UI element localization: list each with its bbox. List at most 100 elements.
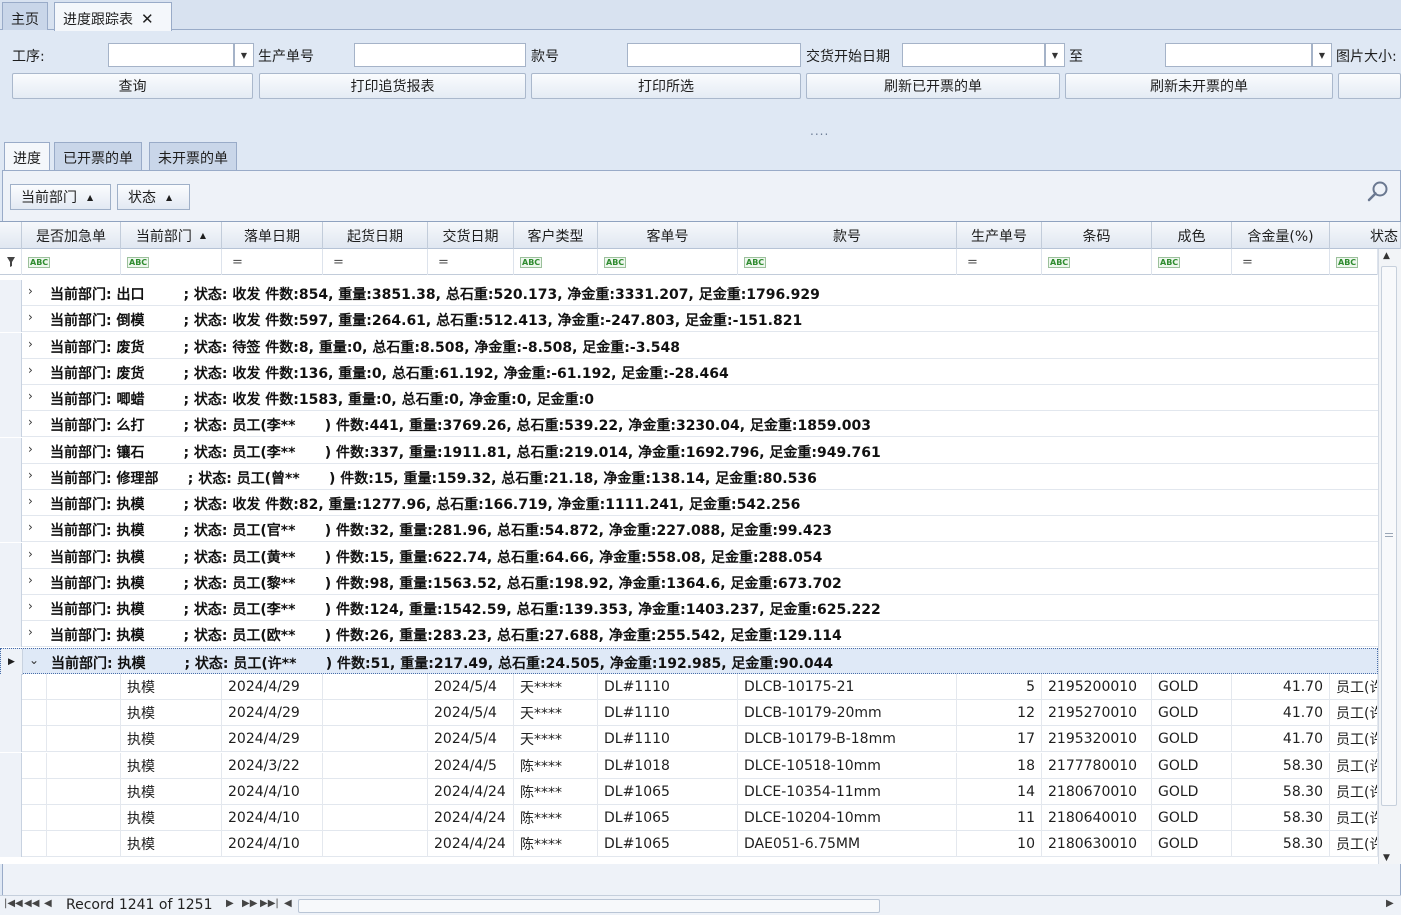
cell-department[interactable]: 执模: [121, 805, 222, 831]
row-indicator[interactable]: [0, 778, 22, 805]
style-no-input[interactable]: [627, 43, 801, 67]
cell-order-date[interactable]: 2024/4/10: [222, 805, 323, 831]
cell-status[interactable]: 员工(许: [1330, 673, 1378, 700]
cell-ship-date[interactable]: [323, 726, 428, 753]
cell-purity[interactable]: GOLD: [1152, 700, 1232, 726]
cell-department[interactable]: 执模: [121, 673, 222, 700]
col-header-customer-type[interactable]: 客户类型: [514, 222, 598, 249]
col-header-order-date[interactable]: 落单日期: [222, 222, 323, 249]
cell-delivery-date[interactable]: 2024/4/24: [428, 831, 514, 858]
cell-department[interactable]: 执模: [121, 700, 222, 726]
cell-delivery-date[interactable]: 2024/5/4: [428, 726, 514, 753]
chevron-right-icon[interactable]: ›: [28, 468, 33, 482]
next-record-icon[interactable]: ▶: [226, 898, 234, 909]
col-header-gold-pct[interactable]: 含金量(%): [1232, 222, 1330, 249]
cell-style[interactable]: DLCB-10179-20mm: [738, 700, 957, 726]
chevron-right-icon[interactable]: ›: [28, 389, 33, 403]
cell-ship-date[interactable]: [323, 700, 428, 726]
chevron-right-icon[interactable]: ›: [28, 625, 33, 639]
cell-barcode[interactable]: 2180640010: [1042, 805, 1152, 831]
refresh-invoiced-button[interactable]: 刷新已开票的单: [806, 73, 1060, 99]
filter-cell-status[interactable]: ABC: [1330, 249, 1378, 275]
filter-cell-gold-pct[interactable]: =: [1232, 249, 1330, 275]
filter-cell-delivery-date[interactable]: =: [428, 249, 514, 275]
cell-barcode[interactable]: 2177780010: [1042, 752, 1152, 779]
last-record-icon[interactable]: ▶▶|: [260, 898, 279, 909]
print-selected-button[interactable]: 打印所选: [531, 73, 801, 99]
chevron-right-icon[interactable]: ›: [28, 547, 33, 561]
refresh-uninvoiced-button[interactable]: 刷新未开票的单: [1065, 73, 1333, 99]
prev-record-icon[interactable]: ◀: [44, 898, 52, 909]
table-row[interactable]: 执模 2024/4/29 2024/5/4 天**** DL#1110 DLCB-1017…: [0, 673, 1378, 700]
cell-order-date[interactable]: 2024/3/22: [222, 752, 323, 779]
cell-gold-pct[interactable]: 58.30: [1232, 805, 1330, 831]
row-indicator[interactable]: [0, 306, 22, 333]
cell-purity[interactable]: GOLD: [1152, 752, 1232, 779]
group-row[interactable]: › 当前部门: 执模 ; 状态: 员工(官** ) 件数:32, 重量:281.9…: [0, 516, 1378, 543]
col-header-ship-date[interactable]: 起货日期: [323, 222, 428, 249]
cell-ship-date[interactable]: [323, 778, 428, 805]
chevron-right-icon[interactable]: ›: [28, 442, 33, 456]
tab-progress-tracking[interactable]: 进度跟踪表 ✕: [54, 2, 172, 31]
col-header-purity[interactable]: 成色: [1152, 222, 1232, 249]
table-row[interactable]: 执模 2024/4/29 2024/5/4 天**** DL#1110 DLCB-1017…: [0, 700, 1378, 726]
row-indicator[interactable]: [0, 700, 22, 726]
table-row[interactable]: 执模 2024/3/22 2024/4/5 陈**** DL#1018 DLCE-1051…: [0, 752, 1378, 779]
cell-customer-type[interactable]: 陈****: [514, 752, 598, 779]
print-report-button[interactable]: 打印追货报表: [259, 73, 526, 99]
search-icon[interactable]: [1366, 180, 1390, 204]
current-row-indicator-icon[interactable]: ▶: [1, 648, 23, 675]
table-row[interactable]: 执模 2024/4/10 2024/4/24 陈**** DL#1065 DLCE-102…: [0, 805, 1378, 831]
cell-status[interactable]: 员工(许: [1330, 726, 1378, 753]
row-indicator[interactable]: [0, 568, 22, 595]
cell-delivery-date[interactable]: 2024/4/5: [428, 752, 514, 779]
chevron-right-icon[interactable]: ›: [28, 337, 33, 351]
filter-cell-customer-order[interactable]: ABC: [598, 249, 738, 275]
row-indicator[interactable]: [0, 726, 22, 753]
cell-production-no[interactable]: 17: [957, 726, 1042, 753]
cell-customer-order[interactable]: DL#1065: [598, 805, 738, 831]
group-row[interactable]: › 当前部门: 倒模 ; 状态: 收发 件数:597, 重量:264.61, 总石…: [0, 306, 1378, 333]
row-indicator[interactable]: [0, 831, 22, 858]
cell-customer-order[interactable]: DL#1065: [598, 778, 738, 805]
filter-cell-customer-type[interactable]: ABC: [514, 249, 598, 275]
process-select[interactable]: [108, 43, 234, 67]
row-indicator[interactable]: [0, 332, 22, 359]
delivery-start-date[interactable]: [902, 43, 1045, 67]
filter-cell-production-no[interactable]: =: [957, 249, 1042, 275]
process-dropdown-button[interactable]: ▼: [234, 43, 254, 67]
tab-progress[interactable]: 进度: [4, 142, 50, 171]
cell-style[interactable]: DLCE-10518-10mm: [738, 752, 957, 779]
cell-customer-type[interactable]: 天****: [514, 673, 598, 700]
cell-customer-type[interactable]: 陈****: [514, 831, 598, 858]
cell-order-date[interactable]: 2024/4/29: [222, 726, 323, 753]
cell-status[interactable]: 员工(许: [1330, 700, 1378, 726]
cell-barcode[interactable]: 2180670010: [1042, 778, 1152, 805]
cell-gold-pct[interactable]: 41.70: [1232, 673, 1330, 700]
filter-cell-department[interactable]: ABC: [121, 249, 222, 275]
cell-gold-pct[interactable]: 41.70: [1232, 726, 1330, 753]
row-indicator[interactable]: [0, 542, 22, 569]
cell-production-no[interactable]: 10: [957, 831, 1042, 858]
cell-barcode[interactable]: 2195200010: [1042, 673, 1152, 700]
cell-customer-type[interactable]: 天****: [514, 726, 598, 753]
col-header-customer-order[interactable]: 客单号: [598, 222, 738, 249]
cell-style[interactable]: DAE051-6.75MM: [738, 831, 957, 858]
group-row[interactable]: › 当前部门: 唧蜡 ; 状态: 收发 件数:1583, 重量:0, 总石重:0,…: [0, 385, 1378, 411]
group-row[interactable]: › 当前部门: 修理部 ; 状态: 员工(曾** ) 件数:15, 重量:159.…: [0, 463, 1378, 490]
delivery-start-dropdown[interactable]: ▼: [1045, 43, 1065, 67]
table-row[interactable]: 执模 2024/4/10 2024/4/24 陈**** DL#1065 DLCE-103…: [0, 778, 1378, 805]
cell-order-date[interactable]: 2024/4/29: [222, 700, 323, 726]
cell-department[interactable]: 执模: [121, 752, 222, 779]
cell-ship-date[interactable]: [323, 831, 428, 858]
cell-status[interactable]: 员工(许: [1330, 752, 1378, 779]
cell-purity[interactable]: GOLD: [1152, 805, 1232, 831]
cell-delivery-date[interactable]: 2024/5/4: [428, 700, 514, 726]
close-icon[interactable]: ✕: [141, 10, 154, 28]
table-row[interactable]: 执模 2024/4/29 2024/5/4 天**** DL#1110 DLCB-1017…: [0, 726, 1378, 753]
row-indicator[interactable]: [0, 752, 22, 779]
col-header-production-no[interactable]: 生产单号: [957, 222, 1042, 249]
group-chip-department[interactable]: 当前部门 ▲: [10, 184, 111, 210]
col-header-delivery-date[interactable]: 交货日期: [428, 222, 514, 249]
row-indicator[interactable]: [0, 280, 22, 306]
